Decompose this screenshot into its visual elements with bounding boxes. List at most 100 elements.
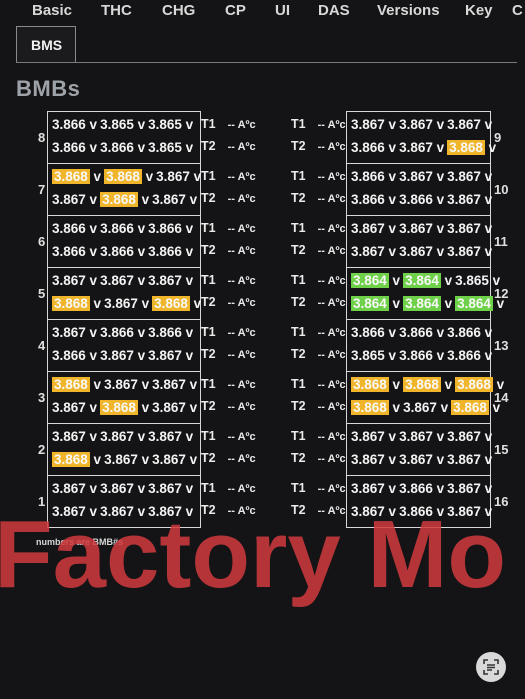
cell-voltage: 3.867 v bbox=[447, 117, 492, 132]
cell-voltage-line: 3.866 v 3.866 v 3.866 v bbox=[351, 325, 495, 340]
temperature-value: -- Aºc bbox=[227, 483, 256, 495]
voltage-unit: v bbox=[137, 452, 150, 467]
cell-voltage: 3.867 v bbox=[100, 429, 145, 444]
voltage-unit: v bbox=[388, 273, 401, 288]
tab-versions[interactable]: Versions bbox=[377, 2, 440, 19]
temperature-value: -- Aºc bbox=[317, 245, 346, 257]
tab-more[interactable]: C bbox=[512, 2, 523, 19]
cell-voltage: 3.864 v bbox=[403, 273, 452, 288]
cell-voltage: 3.866 v bbox=[52, 348, 97, 363]
cell-voltage-value: 3.866 bbox=[399, 325, 433, 340]
cell-voltage: 3.867 v bbox=[447, 244, 492, 259]
cell-voltage-line: 3.868 v 3.868 v 3.868 v bbox=[351, 377, 507, 392]
voltage-unit: v bbox=[133, 140, 146, 155]
cell-voltage-value: 3.866 bbox=[100, 140, 134, 155]
cell-voltage-value: 3.868 bbox=[351, 400, 389, 415]
temperature-label: T1 bbox=[291, 377, 306, 391]
module-row: 3.866 v 3.866 v 3.866 v 3.865 v 3.866 v 3.866… bbox=[347, 320, 492, 372]
temperature-label: T1 bbox=[291, 273, 306, 287]
cell-voltage-value: 3.868 bbox=[52, 452, 90, 467]
tab-bms[interactable]: BMS bbox=[16, 26, 76, 63]
cell-voltage: 3.868 v bbox=[52, 452, 101, 467]
module-row: 3.867 v 3.867 v 3.867 v 3.868 v 3.867 v 3.868… bbox=[48, 268, 201, 320]
scan-text-icon[interactable] bbox=[476, 652, 506, 682]
tab-cp[interactable]: CP bbox=[225, 2, 246, 19]
temperature-label: T2 bbox=[201, 243, 216, 257]
cell-voltage: 3.868 v bbox=[152, 296, 201, 311]
cell-voltage-value: 3.866 bbox=[399, 192, 433, 207]
cell-voltage: 3.868 v bbox=[451, 400, 500, 415]
cell-voltage: 3.867 v bbox=[100, 273, 145, 288]
voltage-unit: v bbox=[480, 244, 493, 259]
voltage-unit: v bbox=[432, 325, 445, 340]
module-index: 2 bbox=[38, 442, 46, 457]
temperature-value: -- Aºc bbox=[317, 223, 346, 235]
temperature-readout: T2 -- Aºc bbox=[201, 139, 256, 153]
voltage-unit: v bbox=[85, 429, 98, 444]
cell-voltage: 3.866 v bbox=[100, 140, 145, 155]
cell-voltage-line: 3.866 v 3.865 v 3.865 v bbox=[52, 117, 196, 132]
cell-voltage: 3.867 v bbox=[447, 192, 492, 207]
cell-voltage-line: 3.867 v 3.867 v 3.867 v bbox=[351, 221, 495, 236]
cell-voltage-value: 3.868 bbox=[100, 192, 138, 207]
temperature-value: -- Aºc bbox=[227, 193, 256, 205]
voltage-unit: v bbox=[85, 400, 98, 415]
temperature-readout: T1 -- Aºc bbox=[201, 481, 256, 495]
cell-voltage: 3.866 v bbox=[399, 325, 444, 340]
cell-voltage: 3.867 v bbox=[399, 221, 444, 236]
cell-voltage: 3.866 v bbox=[100, 325, 145, 340]
temperature-label: T1 bbox=[201, 169, 216, 183]
voltage-unit: v bbox=[85, 140, 98, 155]
tab-das[interactable]: DAS bbox=[318, 2, 350, 19]
cell-voltage-value: 3.867 bbox=[351, 481, 385, 496]
module-index: 3 bbox=[38, 390, 46, 405]
voltage-unit: v bbox=[181, 244, 194, 259]
cell-voltage: 3.864 v bbox=[351, 273, 400, 288]
cell-voltage: 3.867 v bbox=[100, 348, 145, 363]
cell-voltage: 3.867 v bbox=[152, 192, 197, 207]
temperature-readout: T2 -- Aºc bbox=[201, 399, 256, 413]
temperature-label: T2 bbox=[201, 139, 216, 153]
scan-text-glyph bbox=[483, 659, 499, 675]
voltage-unit: v bbox=[388, 296, 401, 311]
cell-voltage-line: 3.866 v 3.867 v 3.868 v bbox=[351, 140, 499, 155]
temperature-value: -- Aºc bbox=[227, 171, 256, 183]
cell-voltage: 3.866 v bbox=[52, 221, 97, 236]
cell-voltage-value: 3.867 bbox=[351, 429, 385, 444]
temperature-value: -- Aºc bbox=[227, 223, 256, 235]
cell-voltage-value: 3.867 bbox=[399, 452, 433, 467]
tab-ui[interactable]: UI bbox=[275, 2, 290, 19]
temperature-value: -- Aºc bbox=[317, 297, 346, 309]
cell-voltage: 3.867 v bbox=[148, 273, 193, 288]
cell-voltage-line: 3.865 v 3.866 v 3.866 v bbox=[351, 348, 495, 363]
cell-voltage-line: 3.864 v 3.864 v 3.864 v bbox=[351, 296, 507, 311]
voltage-unit: v bbox=[432, 221, 445, 236]
tab-thc[interactable]: THC bbox=[101, 2, 132, 19]
temperature-value: -- Aºc bbox=[317, 349, 346, 361]
voltage-unit: v bbox=[137, 400, 150, 415]
voltage-unit: v bbox=[85, 481, 98, 496]
cell-voltage-value: 3.868 bbox=[100, 400, 138, 415]
voltage-unit: v bbox=[432, 117, 445, 132]
cell-voltage-line: 3.868 v 3.867 v 3.867 v bbox=[52, 377, 200, 392]
cell-voltage-value: 3.866 bbox=[447, 348, 481, 363]
cell-voltage: 3.866 v bbox=[52, 244, 97, 259]
voltage-unit: v bbox=[440, 377, 453, 392]
voltage-unit: v bbox=[388, 400, 401, 415]
temperature-value: -- Aºc bbox=[227, 349, 256, 361]
temperature-readout: T2 -- Aºc bbox=[291, 191, 346, 205]
cell-voltage-value: 3.868 bbox=[52, 377, 90, 392]
voltage-unit: v bbox=[85, 192, 98, 207]
cell-voltage: 3.868 v bbox=[52, 169, 101, 184]
cell-voltage-value: 3.867 bbox=[152, 400, 186, 415]
voltage-unit: v bbox=[440, 296, 453, 311]
cell-voltage-value: 3.867 bbox=[152, 452, 186, 467]
tab-chg[interactable]: CHG bbox=[162, 2, 195, 19]
tab-key[interactable]: Key bbox=[465, 2, 493, 19]
tab-basic[interactable]: Basic bbox=[32, 2, 72, 19]
module-row: 3.864 v 3.864 v 3.865 v 3.864 v 3.864 v 3.864… bbox=[347, 268, 504, 320]
temperature-label: T1 bbox=[201, 325, 216, 339]
cell-voltage-value: 3.866 bbox=[351, 169, 385, 184]
voltage-unit: v bbox=[432, 244, 445, 259]
cell-voltage-value: 3.867 bbox=[447, 481, 481, 496]
